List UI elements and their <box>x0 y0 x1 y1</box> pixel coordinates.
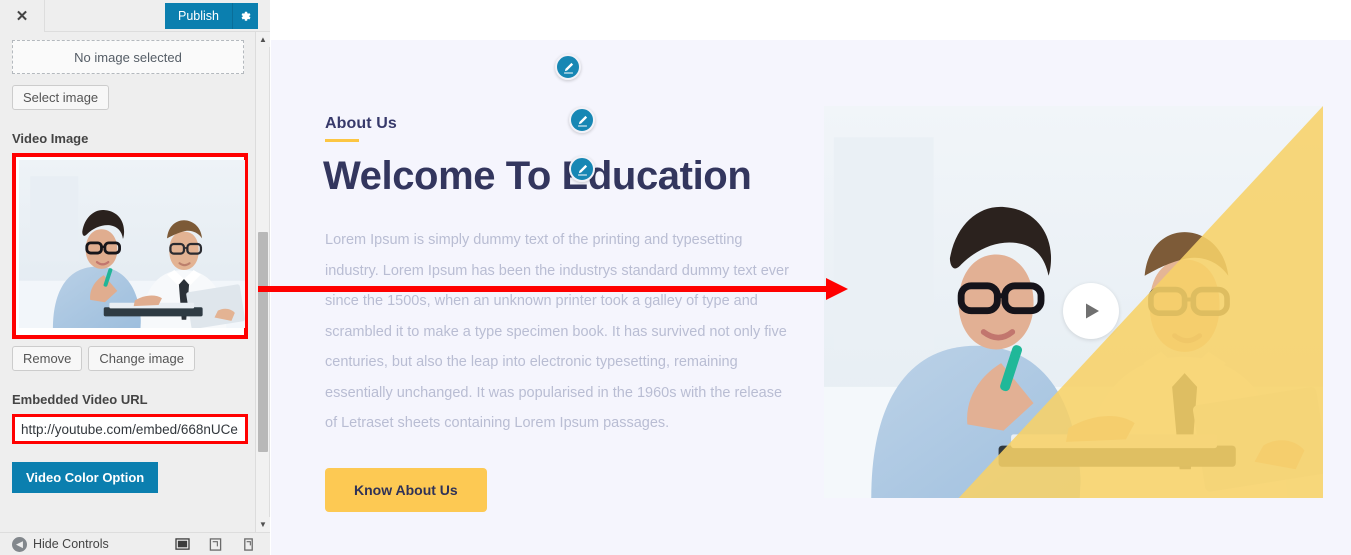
publish-group: Publish <box>165 3 258 29</box>
about-section: About Us Welcome To Education Lorem Ipsu… <box>271 40 1351 555</box>
video-image-thumbnail[interactable] <box>19 160 245 328</box>
hero-video-image[interactable] <box>824 106 1323 498</box>
video-image-label: Video Image <box>12 131 89 146</box>
edit-pencil-icon-title[interactable] <box>569 156 595 182</box>
eyebrow-underline <box>325 139 359 142</box>
body-paragraph: Lorem Ipsum is simply dummy text of the … <box>325 232 789 431</box>
remove-image-button[interactable]: Remove <box>12 346 83 371</box>
embedded-video-url-label: Embedded Video URL <box>12 392 148 407</box>
customizer-sidebar: ✕ Publish No image selected Select image… <box>0 0 270 555</box>
video-color-option-button[interactable]: Video Color Option <box>12 462 159 493</box>
video-image-thumbnail-highlight <box>12 153 248 339</box>
publish-button[interactable]: Publish <box>165 3 232 29</box>
embedded-video-url-input[interactable] <box>15 421 245 437</box>
tablet-preview-icon[interactable] <box>208 537 223 551</box>
edit-pencil-icon-eyebrow[interactable] <box>569 107 595 133</box>
red-annotation-arrow-head <box>826 278 848 300</box>
know-about-us-button[interactable]: Know About Us <box>325 468 487 512</box>
section-eyebrow: About Us <box>325 115 397 132</box>
no-image-placeholder: No image selected <box>12 40 244 74</box>
sidebar-scrollbar[interactable]: ▲ ▼ <box>255 32 270 532</box>
sidebar-body: No image selected Select image Video Ima… <box>0 32 256 532</box>
select-image-button[interactable]: Select image <box>12 85 110 110</box>
sidebar-header: ✕ Publish <box>0 0 270 32</box>
image-action-buttons: Remove Change image <box>12 346 244 371</box>
gear-icon[interactable] <box>232 3 258 29</box>
hide-controls-button[interactable]: ◀ Hide Controls <box>12 536 109 552</box>
sidebar-footer: ◀ Hide Controls <box>0 532 270 555</box>
caret-up-icon[interactable]: ▲ <box>256 32 270 47</box>
page-title: Welcome To Education <box>323 154 752 198</box>
hide-controls-label: Hide Controls <box>33 537 109 551</box>
close-icon[interactable]: ✕ <box>0 0 45 32</box>
customizer-screen: ✕ Publish No image selected Select image… <box>0 0 1351 555</box>
chevron-left-circle-icon: ◀ <box>12 536 27 552</box>
embedded-video-url-highlight <box>12 414 248 444</box>
change-image-button[interactable]: Change image <box>88 346 195 371</box>
red-annotation-arrow-line <box>258 286 833 292</box>
mobile-preview-icon[interactable] <box>241 537 256 551</box>
desktop-preview-icon[interactable] <box>175 537 190 551</box>
caret-down-icon[interactable]: ▼ <box>256 517 270 532</box>
scrollbar-thumb[interactable] <box>258 232 268 452</box>
play-icon[interactable] <box>1063 283 1119 339</box>
site-preview: About Us Welcome To Education Lorem Ipsu… <box>271 0 1351 555</box>
device-preview-group <box>175 537 256 551</box>
edit-pencil-icon-section[interactable] <box>555 54 581 80</box>
